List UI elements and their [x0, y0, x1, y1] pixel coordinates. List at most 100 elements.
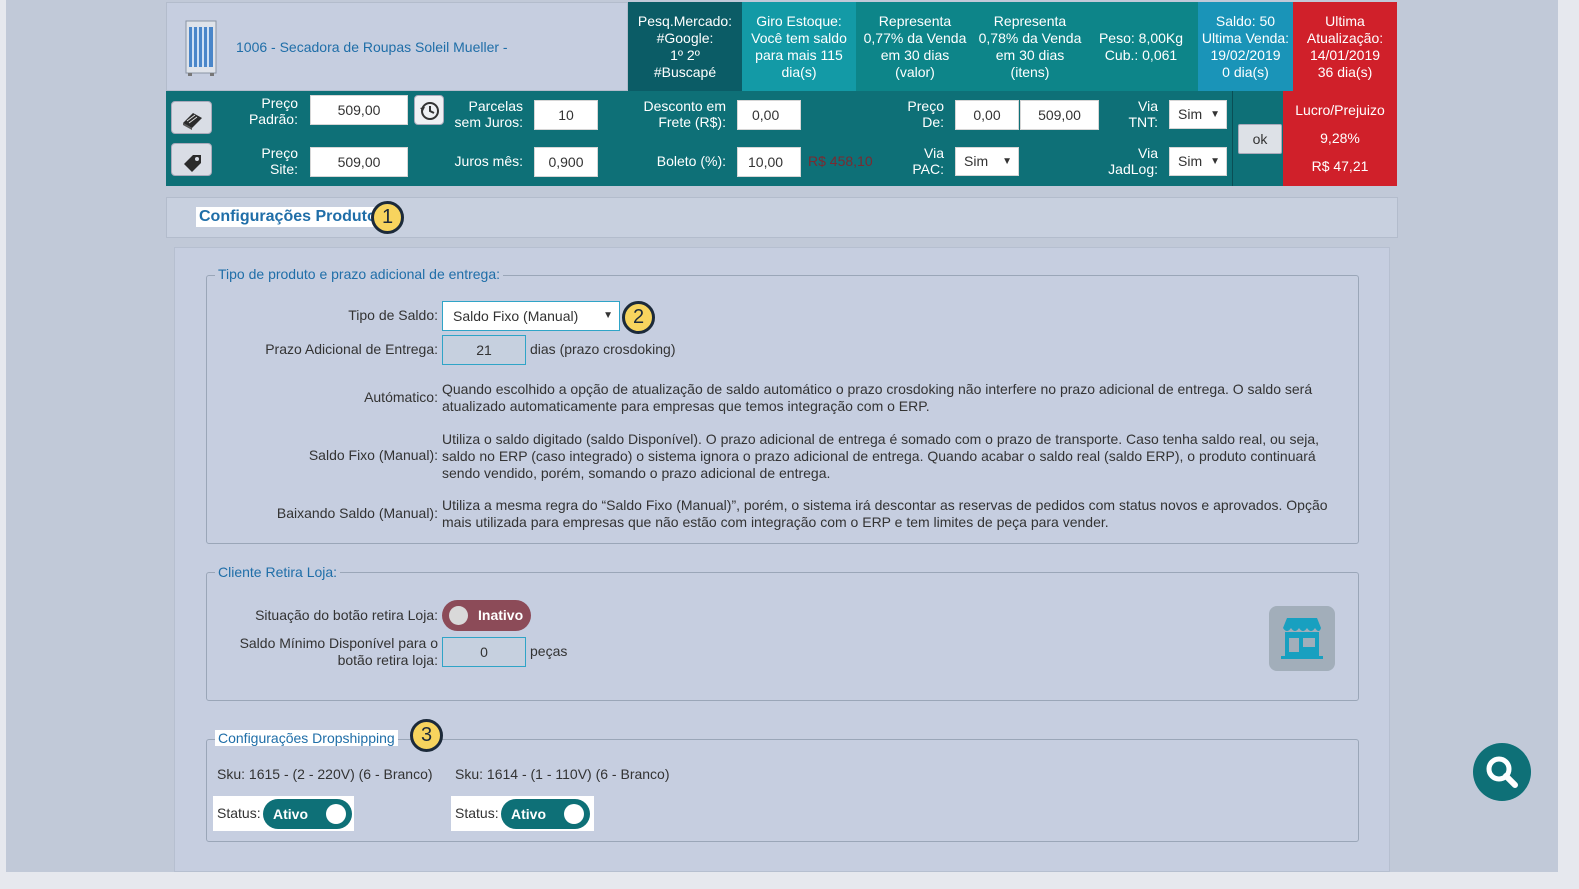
dropship-sku-2: Sku: 1614 - (1 - 110V) (6 - Branco)	[455, 766, 670, 782]
stock-turnover-cell: Giro Estoque: Você tem saldo para mais 1…	[742, 2, 856, 91]
label-line: Via	[924, 145, 944, 161]
label-line: Preço	[907, 98, 944, 114]
weight-cell: Peso: 8,00Kg Cub.: 0,061	[1084, 2, 1198, 91]
ok-button[interactable]: ok	[1238, 124, 1282, 154]
cell-line: #Google:	[656, 30, 714, 46]
product-name[interactable]: 1006 - Secadora de Roupas Soleil Mueller…	[236, 39, 508, 55]
via-tnt-select[interactable]: Sim ▼	[1169, 100, 1227, 129]
saldo-minimo-label: Saldo Mínimo Disponível para o botão ret…	[200, 635, 438, 669]
cell-line: Peso: 8,00Kg	[1098, 30, 1184, 46]
profit-value: R$ 47,21	[1311, 158, 1369, 174]
search-button[interactable]	[1473, 743, 1531, 801]
tipo-saldo-label: Tipo de Saldo:	[348, 307, 438, 323]
stock-balance-cell: Saldo: 50 Ultima Venda: 19/02/2019 0 dia…	[1198, 2, 1293, 91]
parcelas-label: Parcelas sem Juros:	[440, 98, 523, 130]
cell-line: dia(s)	[781, 64, 817, 80]
saldo-minimo-suffix: peças	[530, 643, 568, 659]
cell-line: 19/02/2019	[1210, 47, 1281, 63]
baixando-saldo-label: Baixando Saldo (Manual):	[276, 505, 438, 521]
saldo-minimo-input[interactable]: 0	[442, 637, 526, 667]
cell-line: Representa	[878, 13, 952, 29]
cell-line: (valor)	[895, 64, 935, 80]
prazo-input[interactable]: 21	[442, 335, 526, 365]
toggle-label: Ativo	[273, 806, 308, 822]
label-line: Saldo Mínimo Disponível para o	[239, 635, 438, 651]
profit-percent: 9,28%	[1320, 130, 1360, 146]
juros-input[interactable]: 0,900	[534, 147, 598, 177]
label-line: Site:	[269, 161, 298, 177]
label-line: PAC:	[912, 161, 944, 177]
profit-title: Lucro/Prejuizo	[1295, 102, 1385, 118]
parcelas-input[interactable]: 10	[534, 100, 598, 130]
retira-loja-toggle[interactable]: Inativo	[442, 600, 531, 631]
status-label: Status:	[455, 805, 499, 821]
cell-line: 1º 2º	[670, 47, 700, 63]
dropship-sku-1: Sku: 1615 - (2 - 220V) (6 - Branco)	[217, 766, 433, 782]
callout-badge-1: 1	[371, 201, 404, 234]
select-value: Sim	[1178, 153, 1203, 169]
cell-line: Cub.: 0,061	[1104, 47, 1178, 63]
cell-line: em 30 dias	[995, 47, 1065, 63]
cell-line: Atualização:	[1306, 30, 1384, 46]
cell-line: para mais 115	[755, 47, 843, 63]
automatico-label: Autómatico:	[364, 389, 438, 405]
chevron-down-icon: ▼	[603, 310, 613, 321]
prazo-suffix: dias (prazo crosdoking)	[530, 341, 676, 357]
via-jadlog-select[interactable]: Sim ▼	[1169, 147, 1227, 176]
cell-line: 0,78% da Venda	[978, 30, 1082, 46]
cell-line: Ultima Venda:	[1201, 30, 1290, 46]
preco-de-input-1[interactable]: 0,00	[955, 100, 1019, 130]
tipo-saldo-select[interactable]: Saldo Fixo (Manual) ▼	[442, 301, 620, 331]
market-research-cell[interactable]: Pesq.Mercado: #Google: 1º 2º #Buscapé	[628, 2, 742, 91]
cell-line: Ultima	[1325, 13, 1365, 29]
select-value: Sim	[964, 153, 989, 169]
preco-de-label: Preço De:	[880, 98, 944, 130]
callout-badge-3: 3	[410, 719, 443, 752]
via-pac-select[interactable]: Sim ▼	[955, 147, 1019, 176]
label-line: Via	[1138, 98, 1158, 114]
tag-icon-button[interactable]	[171, 143, 212, 176]
label-line: sem Juros:	[454, 114, 523, 130]
toggle-label: Ativo	[511, 806, 546, 822]
preco-padrao-input[interactable]: 509,00	[310, 95, 408, 125]
store-button[interactable]	[1269, 606, 1335, 671]
cell-line: Representa	[993, 13, 1067, 29]
dropship-status-1: Status: Ativo	[213, 796, 354, 831]
dropshipping-legend: Configurações Dropshipping	[215, 730, 398, 746]
cell-line: 0 dia(s)	[1222, 64, 1269, 80]
boleto-label: Boleto (%):	[656, 153, 726, 169]
preco-padrao-label: Preço Padrão:	[226, 95, 298, 127]
saldo-fixo-label: Saldo Fixo (Manual):	[308, 447, 438, 463]
cell-line: Você tem saldo	[751, 30, 847, 46]
cell-line: Saldo: 50	[1215, 13, 1276, 29]
product-card: 1006 - Secadora de Roupas Soleil Mueller…	[166, 2, 628, 91]
dropship-toggle-1[interactable]: Ativo	[263, 799, 352, 829]
book-icon-button[interactable]	[171, 101, 212, 134]
label-line: Frete (R$):	[658, 114, 726, 130]
label-line: Padrão:	[248, 111, 298, 127]
cell-line: 14/01/2019	[1309, 47, 1381, 63]
product-thumbnail	[185, 20, 217, 76]
situacao-label: Situação do botão retira Loja:	[255, 607, 438, 623]
cell-line: 0,77% da Venda	[863, 30, 967, 46]
dropship-toggle-2[interactable]: Ativo	[501, 799, 590, 829]
desconto-input[interactable]: 0,00	[737, 100, 801, 130]
prazo-label: Prazo Adicional de Entrega:	[265, 341, 438, 357]
page-title: Configurações Produto	[196, 207, 380, 227]
status-label: Status:	[217, 805, 261, 821]
cell-line: Giro Estoque:	[756, 13, 842, 29]
last-update-cell: Ultima Atualização: 14/01/2019 36 dia(s)	[1293, 2, 1397, 91]
label-line: Preço	[261, 145, 298, 161]
preco-de-input-2[interactable]: 509,00	[1020, 100, 1099, 130]
chevron-down-icon: ▼	[1210, 109, 1220, 120]
baixando-saldo-text: Utiliza a mesma regra do “Saldo Fixo (Ma…	[442, 497, 1328, 530]
dropshipping-fieldset	[206, 739, 1359, 842]
preco-site-input[interactable]: 509,00	[310, 147, 408, 177]
label-line: De:	[922, 114, 944, 130]
desconto-label: Desconto em Frete (R$):	[630, 98, 726, 130]
boleto-input[interactable]: 10,00	[737, 147, 801, 177]
tipo-produto-legend: Tipo de produto e prazo adicional de ent…	[215, 266, 504, 282]
boleto-value: R$ 458,10	[808, 153, 873, 169]
juros-label: Juros mês:	[454, 153, 523, 169]
profit-panel: Lucro/Prejuizo 9,28% R$ 47,21	[1283, 91, 1397, 186]
